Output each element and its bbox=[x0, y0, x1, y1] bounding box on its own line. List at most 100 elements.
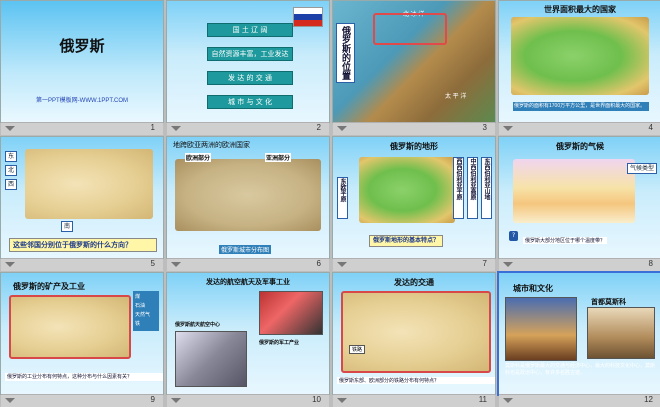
slide-7: 俄罗斯的地形 东欧平原 西西伯利亚平原 中西伯利亚高原 东西伯利亚山地 俄罗斯地… bbox=[333, 137, 495, 258]
slide-thumbnail-12[interactable]: 城市和文化 首都莫斯科 莫斯科是俄罗斯最大的交通与经济中心，最大的科技文化中心，… bbox=[499, 273, 660, 407]
thumbnail-strip: 5 bbox=[1, 258, 163, 271]
slide-subtitle: 首都莫斯科 bbox=[591, 299, 626, 306]
slide-footer: 第一PPT模板网-WWW.1PPT.COM bbox=[36, 98, 128, 104]
slide-thumbnail-4[interactable]: 世界面积最大的国家 俄罗斯的面积有1700万平方公里，是世界面积最大的国家。 4 bbox=[499, 1, 660, 135]
legend-item: 铁 bbox=[135, 321, 141, 327]
climate-tag: 气候类型 bbox=[627, 163, 658, 174]
russia-outline bbox=[373, 13, 447, 45]
slide-question: 俄罗斯的工业分布有何特点，这种分布与什么因素有关？ bbox=[5, 373, 163, 381]
slide-title: 城市和文化 bbox=[513, 284, 553, 293]
transition-icon bbox=[5, 398, 15, 403]
slide-question: 俄罗斯东部、欧洲部分的铁路分布有何特点？ bbox=[337, 377, 495, 384]
slide-number: 7 bbox=[482, 259, 487, 268]
slide-number: 5 bbox=[150, 259, 155, 268]
menu-item-2[interactable]: 自然资源丰富，工业发达 bbox=[207, 47, 293, 61]
legend-item: 石油 bbox=[135, 303, 146, 309]
slide-2: 国 土 辽 阔 自然资源丰富，工业发达 发 达 的 交 通 城 市 与 文 化 bbox=[167, 1, 329, 122]
aerospace-photo bbox=[175, 331, 247, 387]
slide-thumbnail-10[interactable]: 发达的航空航天及军事工业 俄罗斯航天航空中心 俄罗斯的军工产业 10 bbox=[167, 273, 329, 407]
transition-icon bbox=[5, 262, 15, 267]
slide-number: 2 bbox=[316, 123, 321, 132]
slide-title: 俄罗斯的气候 bbox=[556, 142, 604, 151]
slide-12: 城市和文化 首都莫斯科 莫斯科是俄罗斯最大的交通与经济中心，最大的科技文化中心，… bbox=[499, 273, 660, 394]
transition-icon bbox=[171, 126, 181, 131]
slide-number: 1 bbox=[150, 123, 155, 132]
slide-6: 地跨欧亚两洲的欧洲国家 欧洲部分 亚洲部分 俄罗斯城市分布图 bbox=[167, 137, 329, 258]
slide-thumbnail-11[interactable]: 发达的交通 铁路 俄罗斯东部、欧洲部分的铁路分布有何特点？ 11 bbox=[333, 273, 495, 407]
slide-vertical-title: 俄罗斯的位置 bbox=[336, 23, 355, 83]
terrain-label: 中西伯利亚高原 bbox=[467, 157, 478, 219]
thumbnail-strip: 7 bbox=[333, 258, 495, 271]
ocean-label: 太 平 洋 bbox=[445, 94, 467, 100]
slide-thumbnail-5[interactable]: 东 北 西 南 这些邻国分别位于俄罗斯的什么方向？ 5 bbox=[1, 137, 163, 271]
slide-1: 俄罗斯 第一PPT模板网-WWW.1PPT.COM bbox=[1, 1, 163, 122]
thumbnail-strip: 9 bbox=[1, 394, 163, 407]
slide-title: 发达的航空航天及军事工业 bbox=[206, 279, 290, 286]
slide-thumbnail-1[interactable]: 俄罗斯 第一PPT模板网-WWW.1PPT.COM 1 bbox=[1, 1, 163, 135]
thumbnail-strip: 8 bbox=[499, 258, 660, 271]
legend-panel: 煤 石油 天然气 铁 bbox=[133, 291, 159, 331]
transition-icon bbox=[337, 126, 347, 131]
europe-label: 欧洲部分 bbox=[185, 153, 212, 162]
thumbnail-strip: 11 bbox=[333, 394, 495, 407]
slide-question: 俄罗斯大部分地区位于哪个温度带？ bbox=[523, 237, 608, 244]
mineral-map bbox=[9, 295, 131, 359]
slide-number: 12 bbox=[644, 395, 653, 404]
direction-tag-south: 南 bbox=[61, 221, 74, 232]
slide-caption: 俄罗斯的面积有1700万平方公里，是世界面积最大的国家。 bbox=[513, 102, 649, 111]
slide-thumbnail-9[interactable]: 俄罗斯的矿产及工业 煤 石油 天然气 铁 俄罗斯的工业分布有何特点，这种分布与什… bbox=[1, 273, 163, 407]
thumbnail-strip: 10 bbox=[167, 394, 329, 407]
thumbnail-strip: 3 bbox=[333, 122, 495, 135]
slide-number: 11 bbox=[478, 395, 487, 404]
climate-map bbox=[513, 159, 635, 223]
direction-tag-north: 北 bbox=[5, 165, 18, 176]
slide-title: 世界面积最大的国家 bbox=[544, 5, 616, 14]
transition-icon bbox=[171, 398, 181, 403]
military-photo bbox=[259, 291, 323, 335]
slide-thumbnail-7[interactable]: 俄罗斯的地形 东欧平原 西西伯利亚平原 中西伯利亚高原 东西伯利亚山地 俄罗斯地… bbox=[333, 137, 495, 271]
thumbnail-strip: 6 bbox=[167, 258, 329, 271]
terrain-label: 东欧平原 bbox=[337, 177, 348, 219]
slide-thumbnail-8[interactable]: 俄罗斯的气候 气候类型 ? 俄罗斯大部分地区位于哪个温度带？ 8 bbox=[499, 137, 660, 271]
transition-icon bbox=[171, 262, 181, 267]
transition-icon bbox=[503, 262, 513, 267]
transition-icon bbox=[503, 126, 513, 131]
photo-caption: 俄罗斯的军工产业 bbox=[259, 340, 300, 346]
question-bar: 这些邻国分别位于俄罗斯的什么方向？ bbox=[9, 238, 157, 252]
legend-item: 煤 bbox=[135, 294, 141, 300]
thumbnail-strip: 4 bbox=[499, 122, 660, 135]
transition-icon bbox=[503, 398, 513, 403]
slide-3: 俄罗斯的位置 北 冰 洋 太 平 洋 bbox=[333, 1, 495, 122]
slide-number: 6 bbox=[316, 259, 321, 268]
menu-item-4[interactable]: 城 市 与 文 化 bbox=[207, 95, 293, 109]
photo-caption: 俄罗斯航天航空中心 bbox=[175, 322, 221, 328]
transition-icon bbox=[337, 398, 347, 403]
slide-11: 发达的交通 铁路 俄罗斯东部、欧洲部分的铁路分布有何特点？ bbox=[333, 273, 495, 394]
relief-map bbox=[511, 17, 649, 95]
direction-tag-west: 西 bbox=[5, 179, 18, 190]
moscow-photo bbox=[505, 297, 577, 361]
slide-title: 俄罗斯的地形 bbox=[390, 142, 438, 151]
terrain-label: 东西伯利亚山地 bbox=[481, 157, 492, 219]
slide-number: 9 bbox=[150, 395, 155, 404]
slide-caption: 莫斯科是俄罗斯最大的交通与经济中心，最大的科技文化中心，莫斯科也是政治中心，有许… bbox=[505, 363, 656, 376]
slide-title: 发达的交通 bbox=[394, 278, 434, 287]
slide-title: 俄罗斯的矿产及工业 bbox=[13, 282, 85, 291]
menu-item-3[interactable]: 发 达 的 交 通 bbox=[207, 71, 293, 85]
transition-icon bbox=[5, 126, 15, 131]
slide-thumbnail-3[interactable]: 俄罗斯的位置 北 冰 洋 太 平 洋 3 bbox=[333, 1, 495, 135]
arch-photo bbox=[587, 307, 655, 359]
slide-caption: 俄罗斯城市分布图 bbox=[219, 245, 272, 254]
slide-10: 发达的航空航天及军事工业 俄罗斯航天航空中心 俄罗斯的军工产业 bbox=[167, 273, 329, 394]
menu-item-1[interactable]: 国 土 辽 阔 bbox=[207, 23, 293, 37]
hint-button[interactable]: ? bbox=[509, 231, 519, 241]
direction-tag-east: 东 bbox=[5, 151, 18, 162]
terrain-map bbox=[359, 157, 455, 223]
slide-thumbnail-2[interactable]: 国 土 辽 阔 自然资源丰富，工业发达 发 达 的 交 通 城 市 与 文 化 … bbox=[167, 1, 329, 135]
slide-8: 俄罗斯的气候 气候类型 ? 俄罗斯大部分地区位于哪个温度带？ bbox=[499, 137, 660, 258]
slide-thumbnail-6[interactable]: 地跨欧亚两洲的欧洲国家 欧洲部分 亚洲部分 俄罗斯城市分布图 6 bbox=[167, 137, 329, 271]
slide-9: 俄罗斯的矿产及工业 煤 石油 天然气 铁 俄罗斯的工业分布有何特点，这种分布与什… bbox=[1, 273, 163, 394]
question-bar: 俄罗斯地形的基本特点？ bbox=[369, 235, 444, 247]
slide-number: 3 bbox=[482, 123, 487, 132]
neighbors-map bbox=[25, 149, 153, 219]
